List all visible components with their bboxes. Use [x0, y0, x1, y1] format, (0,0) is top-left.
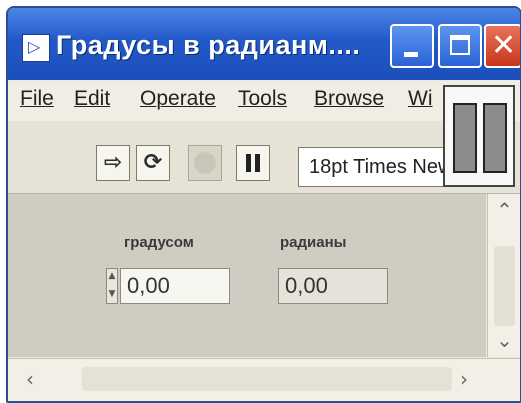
- run-button[interactable]: ⇨: [96, 145, 130, 181]
- horizontal-scrollbar[interactable]: ‹ ›: [8, 358, 520, 401]
- degrees-control[interactable]: 0,00: [120, 268, 230, 304]
- connector-pane-left-icon: [453, 103, 477, 173]
- minimize-icon: [404, 52, 418, 57]
- scroll-down-icon[interactable]: ⌄: [488, 328, 520, 352]
- increment-arrow-icon[interactable]: ▲: [107, 269, 117, 283]
- decrement-arrow-icon[interactable]: ▼: [107, 287, 117, 301]
- scroll-right-icon[interactable]: ›: [460, 367, 468, 391]
- menu-operate[interactable]: Operate: [140, 87, 216, 111]
- degrees-label: градусом: [124, 234, 194, 251]
- icon-pane: [443, 85, 515, 187]
- menu-tools[interactable]: Tools: [238, 87, 287, 111]
- app-window: ▷ Градусы в радианм.... ✕ File Edit Oper…: [6, 6, 521, 403]
- pause-icon: [244, 153, 262, 178]
- run-continuously-icon: ⟳: [143, 150, 163, 175]
- maximize-icon: [450, 35, 470, 55]
- pause-button[interactable]: [236, 145, 270, 181]
- scroll-left-icon[interactable]: ‹: [26, 367, 34, 391]
- font-selector[interactable]: 18pt Times New: [298, 147, 458, 187]
- radians-indicator: 0,00: [278, 268, 388, 304]
- abort-icon: [194, 152, 216, 174]
- menu-browse[interactable]: Browse: [314, 87, 384, 111]
- minimize-button[interactable]: [390, 24, 434, 68]
- menu-file[interactable]: File: [20, 87, 54, 111]
- scroll-up-icon[interactable]: ⌃: [488, 198, 520, 222]
- maximize-button[interactable]: [438, 24, 482, 68]
- connector-pane-right-icon: [483, 103, 507, 173]
- menu-window[interactable]: Wi: [408, 87, 433, 111]
- radians-label: радианы: [280, 234, 347, 251]
- abort-button[interactable]: [188, 145, 222, 181]
- close-button[interactable]: ✕: [484, 24, 520, 68]
- window-title: Градусы в радианм....: [56, 30, 361, 60]
- close-icon: ✕: [491, 28, 517, 63]
- vertical-scroll-thumb[interactable]: [494, 246, 515, 326]
- menu-edit[interactable]: Edit: [74, 87, 110, 111]
- horizontal-scroll-thumb[interactable]: [82, 367, 452, 391]
- front-panel: градусом радианы ▲ ▼ 0,00 0,00: [8, 194, 486, 357]
- vertical-scrollbar[interactable]: ⌃ ⌄: [487, 194, 520, 357]
- title-bar[interactable]: ▷ Градусы в радианм.... ✕: [8, 8, 520, 80]
- run-continuously-button[interactable]: ⟳: [136, 145, 170, 181]
- run-arrow-icon: ⇨: [103, 150, 123, 175]
- labview-vi-icon[interactable]: ▷: [22, 34, 50, 62]
- degrees-spinner[interactable]: ▲ ▼: [106, 268, 118, 304]
